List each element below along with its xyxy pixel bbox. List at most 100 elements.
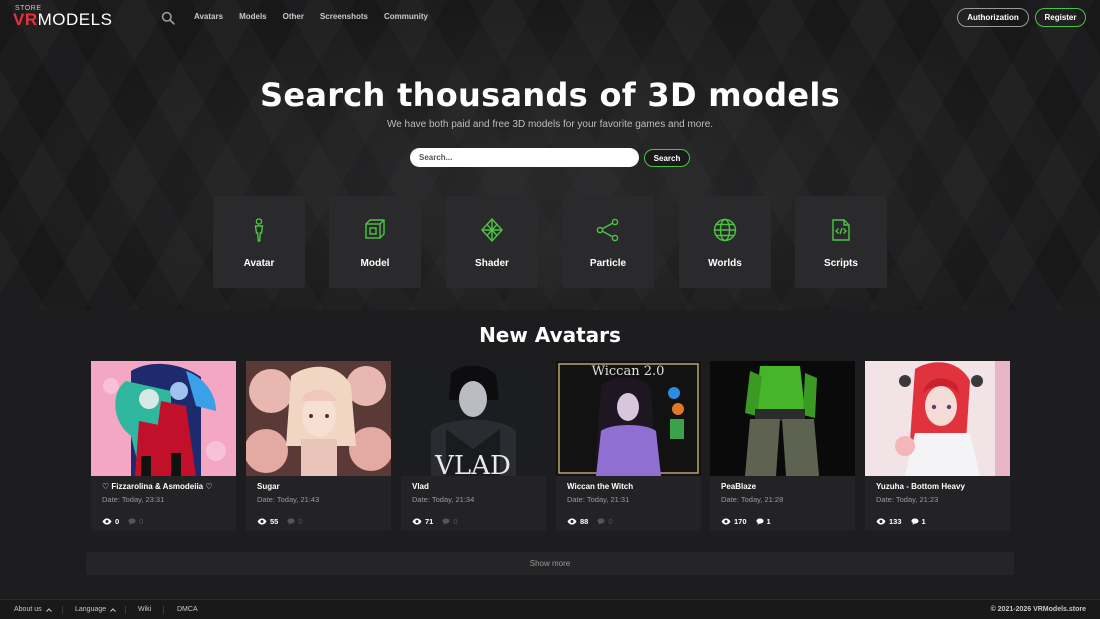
logo-models-text: MODELS [37, 10, 113, 29]
footer-wiki[interactable]: Wiki [138, 606, 151, 613]
avatar-thumbnail[interactable] [91, 361, 236, 476]
avatar-title[interactable]: PeaBlaze [721, 482, 851, 491]
thumbnail-overlay-text: Wiccan 2.0 [592, 364, 665, 379]
views-count: 55 [270, 517, 279, 526]
category-model[interactable]: Model [329, 196, 421, 288]
avatar-date: Date: Today, 23:31 [102, 495, 165, 504]
comments-count: 1 [766, 517, 771, 526]
avatar-title[interactable]: Yuzuha - Bottom Heavy [876, 482, 1006, 491]
avatar-thumbnail[interactable] [246, 361, 391, 476]
category-particle[interactable]: Particle [562, 196, 654, 288]
category-scripts[interactable]: Scripts [795, 196, 887, 288]
avatar-date: Date: Today, 21:43 [257, 495, 320, 504]
comment-icon [287, 518, 295, 525]
avatar-date: Date: Today, 21:34 [412, 495, 475, 504]
eye-icon [257, 518, 267, 525]
comments-count: 1 [921, 517, 926, 526]
avatar-title[interactable]: Vlad [412, 482, 542, 491]
footer-language[interactable]: Language [75, 606, 117, 613]
logo-wordmark: VRMODELS [13, 10, 112, 30]
nav-other[interactable]: Other [283, 12, 304, 21]
diamond-icon [479, 217, 505, 243]
share-nodes-icon [595, 217, 621, 243]
footer-divider [62, 606, 63, 614]
category-label: Shader [475, 258, 509, 269]
avatar-card[interactable]: Wiccan 2.0 Wiccan the Witch Date: Today,… [556, 361, 701, 531]
search-input[interactable] [410, 148, 639, 167]
eye-icon [876, 518, 886, 525]
comments-count: 0 [298, 517, 303, 526]
new-avatars-heading: New Avatars [479, 323, 621, 347]
avatar-title[interactable]: Wiccan the Witch [567, 482, 697, 491]
views-count: 133 [889, 517, 902, 526]
nav-models[interactable]: Models [239, 12, 267, 21]
eye-icon [567, 518, 577, 525]
comment-icon [128, 518, 136, 525]
nav-screenshots[interactable]: Screenshots [320, 12, 368, 21]
views-count: 88 [580, 517, 589, 526]
avatar-thumbnail[interactable] [710, 361, 855, 476]
eye-icon [102, 518, 112, 525]
top-nav-bar: STORE VRMODELS Avatars Models Other Scre… [0, 0, 1100, 36]
avatar-card[interactable]: Sugar Date: Today, 21:43 55 0 [246, 361, 391, 531]
show-more-button[interactable]: Show more [86, 552, 1014, 575]
footer: About us Language Wiki DMCA © 2021-2026 … [0, 599, 1100, 619]
register-button[interactable]: Register [1035, 8, 1086, 27]
comments-count: 0 [139, 517, 144, 526]
main-nav: Avatars Models Other Screenshots Communi… [194, 12, 444, 21]
code-file-icon [828, 217, 854, 243]
globe-icon [712, 217, 738, 243]
eye-icon [412, 518, 422, 525]
avatar-thumbnail[interactable] [865, 361, 1010, 476]
avatar-card[interactable]: VLAD Vlad Date: Today, 21:34 71 0 [401, 361, 546, 531]
avatar-card[interactable]: ♡ Fizzarolina & Asmodeiia ♡ Date: Today,… [91, 361, 236, 531]
views-count: 170 [734, 517, 747, 526]
eye-icon [721, 518, 731, 525]
avatar-thumbnail[interactable]: Wiccan 2.0 [556, 361, 701, 476]
category-label: Scripts [824, 258, 858, 269]
site-logo[interactable]: STORE VRMODELS [13, 5, 143, 29]
comment-icon [442, 518, 450, 525]
footer-language-label: Language [75, 606, 107, 613]
views-count: 0 [115, 517, 120, 526]
comment-icon [911, 518, 919, 525]
avatar-stats: 170 1 [721, 517, 771, 526]
avatar-date: Date: Today, 21:31 [567, 495, 630, 504]
category-label: Model [360, 258, 390, 269]
footer-divider [163, 606, 164, 614]
nav-avatars[interactable]: Avatars [194, 12, 223, 21]
category-label: Particle [589, 258, 627, 269]
comments-count: 0 [608, 517, 613, 526]
avatar-stats: 55 0 [257, 517, 303, 526]
views-count: 71 [425, 517, 434, 526]
comment-icon [756, 518, 764, 525]
avatar-title[interactable]: ♡ Fizzarolina & Asmodeiia ♡ [102, 482, 232, 491]
comment-icon [597, 518, 605, 525]
footer-divider [125, 606, 126, 614]
logo-vr-text: VR [13, 10, 38, 29]
category-shader[interactable]: Shader [446, 196, 538, 288]
hero-subtitle: We have both paid and free 3D models for… [386, 119, 714, 130]
footer-about-us[interactable]: About us [14, 606, 52, 613]
category-label: Worlds [708, 258, 742, 269]
avatar-date: Date: Today, 21:28 [721, 495, 784, 504]
avatar-title[interactable]: Sugar [257, 482, 387, 491]
search-icon[interactable] [161, 11, 175, 25]
avatar-thumbnail[interactable]: VLAD [401, 361, 546, 476]
avatar-date: Date: Today, 21:23 [876, 495, 939, 504]
thumbnail-overlay-text: VLAD [434, 451, 511, 476]
avatar-card[interactable]: Yuzuha - Bottom Heavy Date: Today, 21:23… [865, 361, 1010, 531]
cube-icon [362, 217, 388, 243]
footer-about-label: About us [14, 606, 42, 613]
avatar-card[interactable]: PeaBlaze Date: Today, 21:28 170 1 [710, 361, 855, 531]
hero-title: Search thousands of 3D models [259, 76, 841, 114]
chevron-up-icon [110, 607, 117, 612]
nav-community[interactable]: Community [384, 12, 428, 21]
category-worlds[interactable]: Worlds [679, 196, 771, 288]
person-icon [246, 217, 272, 243]
search-button[interactable]: Search [644, 149, 690, 167]
authorization-button[interactable]: Authorization [957, 8, 1029, 27]
category-avatar[interactable]: Avatar [213, 196, 305, 288]
footer-dmca[interactable]: DMCA [177, 606, 198, 613]
copyright-text: © 2021-2026 VRModels.store [990, 606, 1086, 613]
